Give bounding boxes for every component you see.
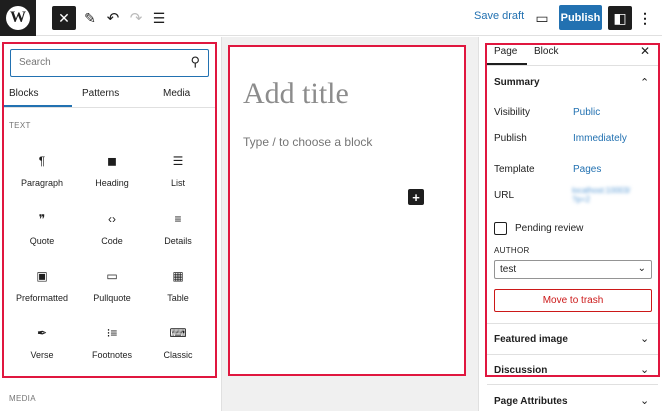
block-appender-hint[interactable]: Type / to choose a block: [243, 135, 372, 149]
author-select[interactable]: test ⌄: [494, 260, 652, 279]
author-value: test: [500, 264, 517, 275]
block-item-label: Heading: [95, 178, 129, 188]
classic-icon: ⌨: [169, 326, 187, 340]
pending-review-checkbox[interactable]: [494, 222, 507, 235]
table-icon: ▦: [172, 269, 184, 283]
search-input[interactable]: Search ⚲: [10, 49, 209, 77]
url-value-link[interactable]: localhost:10003/ ?p=2: [572, 186, 631, 210]
pending-review-label[interactable]: Pending review: [515, 223, 583, 234]
publish-button[interactable]: Publish: [559, 5, 602, 30]
summary-panel-title[interactable]: Summary: [494, 77, 540, 88]
publish-label: Publish: [494, 133, 527, 144]
redo-icon[interactable]: ↷: [124, 6, 148, 30]
block-item-label: Details: [164, 236, 192, 246]
url-label: URL: [494, 190, 515, 201]
editor-header: W ✕ ✎ ↶ ↷ ☰ Save draft ▭ Publish ◧ ⋮: [0, 0, 662, 36]
search-placeholder: Search: [19, 57, 51, 68]
chevron-down-icon[interactable]: ⌄: [640, 332, 649, 345]
block-item-classic[interactable]: ⌨ Classic: [143, 325, 213, 360]
visibility-label: Visibility: [494, 107, 530, 118]
block-item-preformatted[interactable]: ▣ Preformatted: [7, 268, 77, 303]
section-title-text: TEXT: [9, 121, 31, 130]
url-line-1: localhost:10003/: [572, 186, 631, 195]
block-item-quote[interactable]: ❞ Quote: [7, 211, 77, 246]
settings-icon[interactable]: ◧: [608, 6, 632, 30]
tab-page[interactable]: Page: [494, 46, 517, 57]
close-inserter-button[interactable]: ✕: [52, 6, 76, 30]
block-item-label: Footnotes: [91, 350, 133, 360]
document-overview-icon[interactable]: ☰: [147, 6, 171, 30]
code-icon: ‹›: [108, 212, 116, 226]
sidebar-divider: [487, 354, 658, 355]
add-block-button[interactable]: +: [408, 189, 424, 205]
block-item-label: Table: [167, 293, 189, 303]
block-item-details[interactable]: ≡ Details: [143, 211, 213, 246]
block-item-table[interactable]: ▦ Table: [143, 268, 213, 303]
sidebar-divider: [487, 65, 658, 66]
block-item-label: Classic: [163, 350, 193, 360]
template-label: Template: [494, 164, 535, 175]
block-item-paragraph[interactable]: ¶ Paragraph: [7, 153, 77, 188]
edit-tools-icon[interactable]: ✎: [78, 6, 102, 30]
quote-icon: ❞: [38, 212, 46, 226]
close-sidebar-icon[interactable]: ✕: [640, 44, 650, 58]
block-item-verse[interactable]: ✒ Verse: [7, 325, 77, 360]
chevron-down-icon[interactable]: ⌄: [640, 394, 649, 407]
details-icon: ≡: [174, 212, 182, 226]
block-item-label: Code: [101, 236, 123, 246]
block-item-footnotes[interactable]: ⁝≡ Footnotes: [77, 325, 147, 360]
block-item-pullquote[interactable]: ▭ Pullquote: [77, 268, 147, 303]
tabs-divider: [2, 107, 217, 108]
block-item-label: Preformatted: [15, 293, 69, 303]
template-value-link[interactable]: Pages: [573, 164, 601, 175]
chevron-down-icon[interactable]: ⌄: [640, 363, 649, 376]
paragraph-icon: ¶: [38, 154, 46, 168]
editor-content-area[interactable]: Add title Type / to choose a block +: [228, 45, 466, 376]
publish-date-link[interactable]: Immediately: [573, 133, 627, 144]
title-input[interactable]: Add title: [243, 77, 349, 111]
tab-patterns[interactable]: Patterns: [82, 88, 119, 99]
url-line-2: ?p=2: [572, 195, 591, 204]
block-item-label: List: [170, 178, 185, 188]
move-to-trash-button[interactable]: Move to trash: [494, 289, 652, 312]
featured-image-panel-title[interactable]: Featured image: [494, 334, 568, 345]
undo-icon[interactable]: ↶: [101, 6, 125, 30]
block-item-list[interactable]: ☰ List: [143, 153, 213, 188]
wordpress-logo-button[interactable]: W: [0, 0, 36, 36]
tab-block[interactable]: Block: [534, 46, 558, 57]
author-label: AUTHOR: [494, 246, 530, 255]
tab-blocks[interactable]: Blocks: [9, 88, 38, 99]
block-item-heading[interactable]: ◼ Heading: [77, 153, 147, 188]
section-title-media: MEDIA: [9, 394, 36, 403]
chevron-down-icon: ⌄: [637, 263, 646, 274]
list-icon: ☰: [172, 154, 184, 168]
visibility-value-link[interactable]: Public: [573, 107, 600, 118]
preview-icon[interactable]: ▭: [530, 6, 554, 30]
verse-icon: ✒: [36, 326, 48, 340]
sidebar-divider: [487, 384, 658, 385]
more-options-icon[interactable]: ⋮: [633, 6, 657, 30]
tab-media[interactable]: Media: [163, 88, 190, 99]
preformatted-icon: ▣: [36, 269, 48, 283]
chevron-up-icon[interactable]: ⌃: [640, 76, 649, 89]
block-item-label: Paragraph: [20, 178, 64, 188]
save-draft-button[interactable]: Save draft: [474, 10, 524, 22]
footnotes-icon: ⁝≡: [106, 326, 118, 340]
pullquote-icon: ▭: [106, 269, 118, 283]
discussion-panel-title[interactable]: Discussion: [494, 365, 547, 376]
block-item-label: Quote: [29, 236, 55, 246]
wordpress-logo-icon: W: [6, 6, 30, 30]
block-item-label: Verse: [30, 350, 54, 360]
sidebar-divider: [487, 323, 658, 324]
search-icon[interactable]: ⚲: [190, 54, 200, 70]
block-item-code[interactable]: ‹› Code: [77, 211, 147, 246]
block-item-label: Pullquote: [93, 293, 131, 303]
heading-icon: ◼: [107, 154, 117, 168]
page-attributes-panel-title[interactable]: Page Attributes: [494, 396, 568, 407]
